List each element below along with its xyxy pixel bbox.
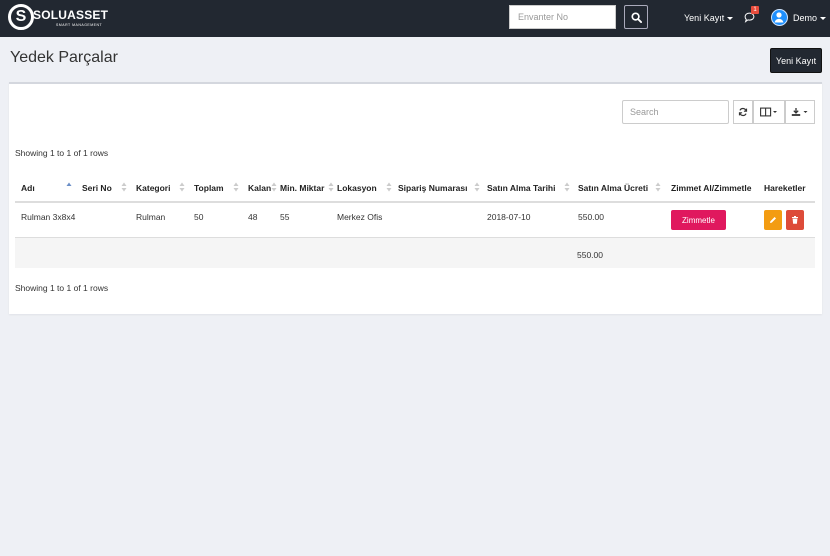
sort-icon[interactable]: [233, 181, 239, 193]
new-record-button[interactable]: Yeni Kayıt: [770, 48, 822, 73]
trash-icon: [792, 216, 798, 224]
sort-icon[interactable]: [564, 181, 570, 193]
sort-icon[interactable]: [386, 181, 392, 193]
sort-icon[interactable]: [474, 181, 480, 193]
user-name: Demo: [793, 13, 818, 23]
column-header-order-no[interactable]: Sipariş Numarası: [398, 183, 467, 193]
brand-logo[interactable]: S SOLUASSET SMART MANAGEMENT: [8, 3, 108, 33]
user-menu[interactable]: Demo: [793, 13, 827, 23]
chevron-down-icon: [727, 17, 734, 21]
edit-button[interactable]: [764, 210, 782, 230]
inventory-search-input[interactable]: [509, 5, 616, 29]
cell-purchase-price: 550.00: [578, 212, 604, 222]
cell-name: Rulman 3x8x4: [21, 212, 76, 222]
table-search-input[interactable]: [622, 100, 729, 124]
sort-icon[interactable]: [121, 181, 127, 193]
cell-location: Merkez Ofis: [337, 212, 383, 222]
sort-icon[interactable]: [179, 181, 185, 193]
refresh-icon: [738, 107, 748, 117]
notification-badge: 1: [751, 6, 759, 14]
column-header-total[interactable]: Toplam: [194, 183, 224, 193]
refresh-button[interactable]: [733, 100, 753, 124]
column-header-name[interactable]: Adı: [21, 183, 35, 193]
logo-tagline: SMART MANAGEMENT: [56, 23, 103, 27]
export-button[interactable]: [785, 100, 815, 124]
cell-min-qty: 55: [280, 212, 290, 222]
top-navbar: S SOLUASSET SMART MANAGEMENT Yeni Kayıt …: [0, 0, 830, 37]
logo-mark: S: [8, 4, 34, 30]
user-avatar-icon[interactable]: [771, 9, 788, 26]
column-header-assign: Zimmet Al/Zimmetle: [671, 183, 752, 193]
column-header-remaining[interactable]: Kalan: [248, 183, 271, 193]
columns-toggle-button[interactable]: [753, 100, 785, 124]
inventory-search-button[interactable]: [624, 5, 648, 29]
column-header-purchase-price[interactable]: Satın Alma Ücreti: [578, 183, 648, 193]
search-icon: [631, 12, 642, 23]
sort-asc-icon[interactable]: [66, 181, 72, 193]
new-record-label: Yeni Kayıt: [684, 13, 725, 23]
column-header-category[interactable]: Kategori: [136, 183, 170, 193]
pencil-icon: [770, 217, 776, 223]
spare-parts-panel: Showing 1 to 1 of 1 rows Adı Seri No Kat…: [9, 82, 822, 314]
rows-info-bottom: Showing 1 to 1 of 1 rows: [15, 283, 109, 293]
column-header-location[interactable]: Lokasyon: [337, 183, 377, 193]
column-header-serial[interactable]: Seri No: [82, 183, 112, 193]
footer-purchase-price-total: 550.00: [577, 250, 603, 260]
columns-icon: [760, 107, 777, 117]
sort-icon[interactable]: [655, 181, 661, 193]
cell-purchase-date: 2018-07-10: [487, 212, 531, 222]
cell-total: 50: [194, 212, 204, 222]
cell-category: Rulman: [136, 212, 166, 222]
page-title: Yedek Parçalar: [10, 49, 118, 66]
sort-icon[interactable]: [328, 181, 334, 193]
assign-button[interactable]: Zimmetle: [671, 210, 726, 230]
cell-remaining: 48: [248, 212, 258, 222]
sort-icon[interactable]: [271, 181, 277, 193]
column-header-actions: Hareketler: [764, 183, 806, 193]
logo-text: SOLUASSET: [33, 8, 109, 22]
download-icon: [791, 108, 808, 116]
rows-info-top: Showing 1 to 1 of 1 rows: [15, 148, 109, 158]
new-record-dropdown[interactable]: Yeni Kayıt: [684, 13, 734, 23]
column-header-min-qty[interactable]: Min. Miktar: [280, 183, 324, 193]
table-footer: [15, 238, 815, 268]
delete-button[interactable]: [786, 210, 804, 230]
chevron-down-icon: [820, 17, 827, 21]
column-header-purchase-date[interactable]: Satın Alma Tarihi: [487, 183, 556, 193]
